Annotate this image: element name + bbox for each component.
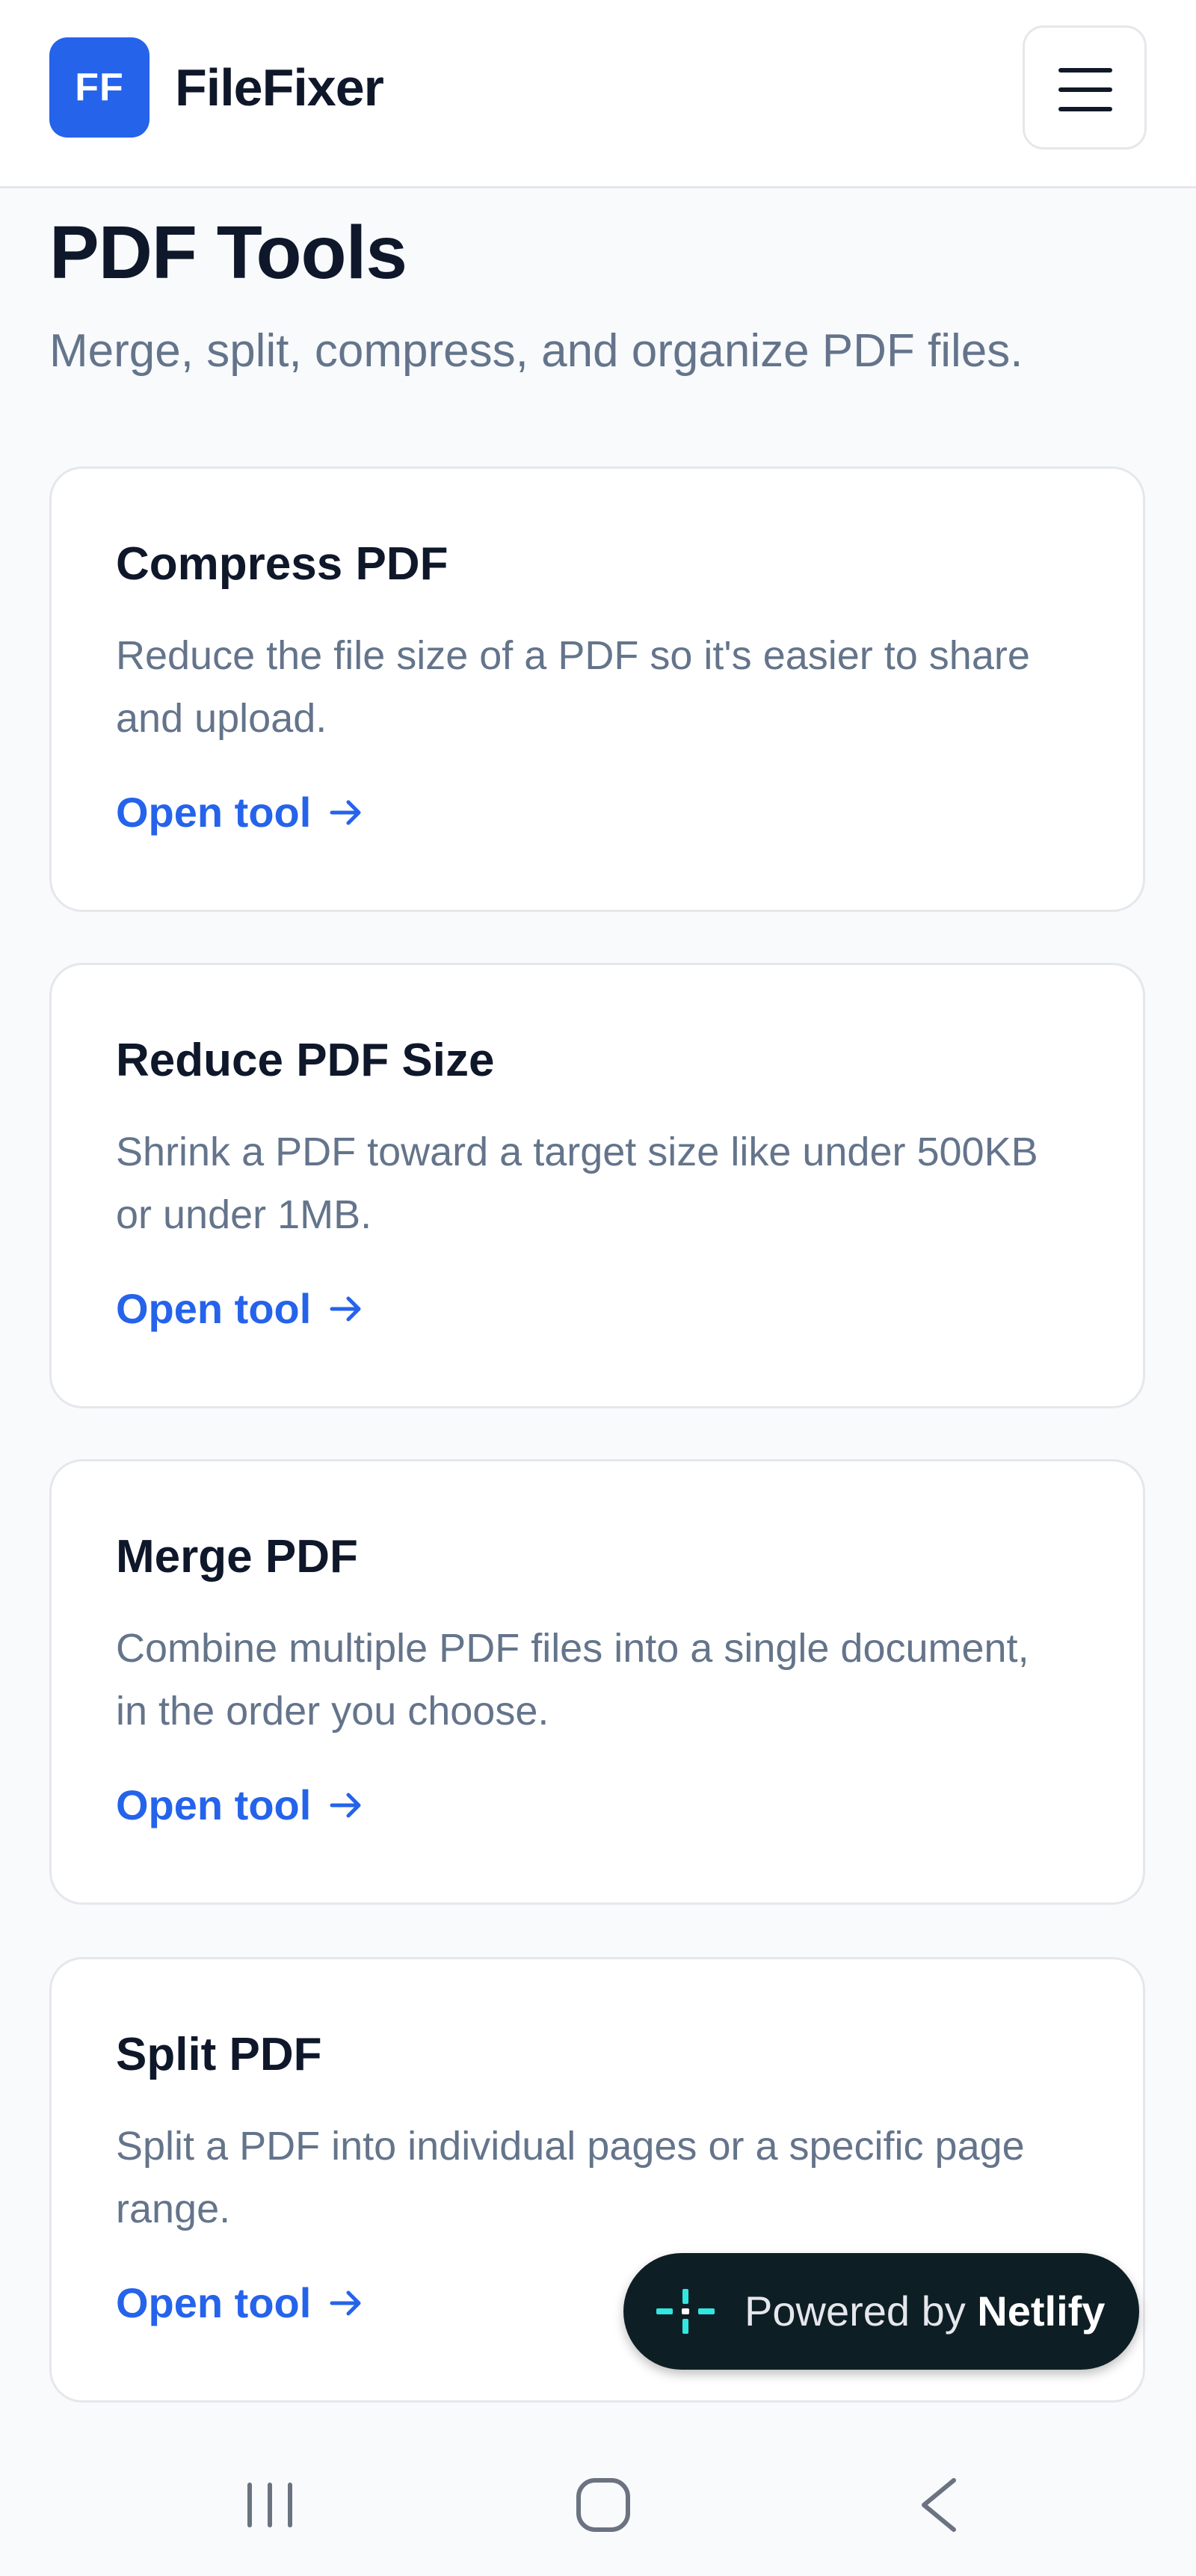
- open-tool-link[interactable]: Open tool: [116, 2273, 365, 2333]
- tool-card-title: Compress PDF: [116, 538, 449, 590]
- tool-card-merge-pdf: Merge PDF Combine multiple PDF files int…: [49, 1459, 1145, 1905]
- open-tool-link[interactable]: Open tool: [116, 1279, 365, 1339]
- tool-card-compress-pdf: Compress PDF Reduce the file size of a P…: [49, 466, 1145, 912]
- filefixer-logo[interactable]: FF: [49, 37, 150, 138]
- tool-card-description: Reduce the file size of a PDF so it's ea…: [116, 633, 1030, 741]
- tool-card-description: Shrink a PDF toward a target size like u…: [116, 1130, 1038, 1237]
- brand-name[interactable]: FileFixer: [175, 54, 384, 121]
- home-icon[interactable]: [562, 2471, 644, 2539]
- badge-text: Powered by Netlify: [745, 2283, 1105, 2340]
- page-subtitle: Merge, split, compress, and organize PDF…: [49, 325, 1023, 377]
- tool-card-reduce-pdf-size: Reduce PDF Size Shrink a PDF toward a ta…: [49, 963, 1145, 1408]
- open-tool-link[interactable]: Open tool: [116, 1775, 365, 1835]
- arrow-right-icon: [330, 2290, 361, 2316]
- page-title: PDF Tools: [49, 211, 407, 295]
- open-tool-label: Open tool: [116, 789, 312, 836]
- netlify-logo-icon: [656, 2289, 715, 2334]
- open-tool-link[interactable]: Open tool: [116, 783, 365, 842]
- open-tool-label: Open tool: [116, 2279, 312, 2326]
- badge-prefix: Powered by: [745, 2287, 966, 2335]
- arrow-right-icon: [330, 800, 361, 825]
- tool-card-title: Reduce PDF Size: [116, 1035, 495, 1086]
- tool-card-description: Split a PDF into individual pages or a s…: [116, 2124, 1025, 2231]
- tool-card-title: Split PDF: [116, 2029, 322, 2080]
- open-tool-label: Open tool: [116, 1781, 312, 1828]
- tool-card-title: Merge PDF: [116, 1531, 358, 1583]
- back-icon[interactable]: [897, 2471, 979, 2539]
- badge-brand: Netlify: [977, 2287, 1106, 2335]
- open-tool-label: Open tool: [116, 1285, 312, 1332]
- recent-apps-icon[interactable]: [229, 2471, 311, 2539]
- system-navigation-bar: [0, 2429, 1196, 2576]
- top-header: FF FileFixer: [0, 0, 1196, 188]
- menu-button[interactable]: [1023, 25, 1147, 150]
- powered-by-netlify-badge[interactable]: Powered by Netlify: [623, 2253, 1139, 2370]
- page: FF FileFixer PDF Tools Merge, split, com…: [0, 0, 1196, 2576]
- arrow-right-icon: [330, 1793, 361, 1818]
- arrow-right-icon: [330, 1296, 361, 1322]
- tool-card-description: Combine multiple PDF files into a single…: [116, 1626, 1029, 1734]
